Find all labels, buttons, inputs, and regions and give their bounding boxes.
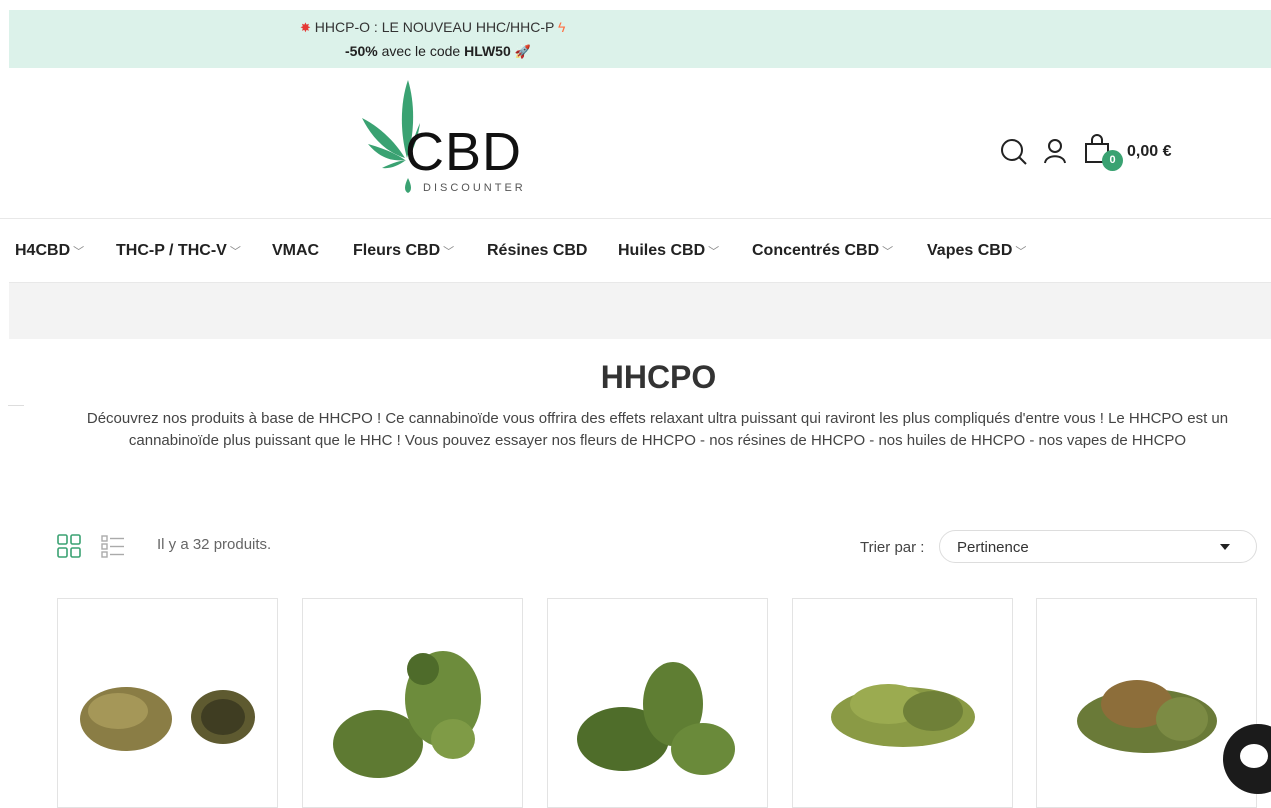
product-card[interactable] bbox=[1036, 598, 1257, 808]
sort-selected-value: Pertinence bbox=[957, 539, 1029, 556]
promo-headline: ✸ HHCP-O : LE NOUVEAU HHC/HHC-P ϟ bbox=[300, 19, 620, 36]
product-card[interactable] bbox=[57, 598, 278, 808]
header-divider bbox=[0, 218, 1271, 219]
product-image bbox=[80, 687, 255, 751]
product-count: Il y a 32 produits. bbox=[157, 536, 272, 553]
rocket-icon: 🚀 bbox=[514, 44, 531, 59]
sort-select[interactable]: Pertinence bbox=[939, 530, 1257, 563]
divider bbox=[8, 405, 24, 406]
nav-item-huiles-cbd[interactable]: Huiles CBD ﹀ bbox=[618, 242, 719, 260]
promo-discount-value: -50% bbox=[345, 43, 378, 59]
nav-item-resines-cbd[interactable]: Résines CBD bbox=[487, 242, 587, 260]
product-image bbox=[577, 662, 735, 775]
promo-code: HLW50 bbox=[464, 43, 511, 59]
nav-item-fleurs-cbd[interactable]: Fleurs CBD ﹀ bbox=[353, 242, 454, 260]
nav-item-concentres-cbd[interactable]: Concentrés CBD ﹀ bbox=[752, 242, 893, 260]
search-icon[interactable] bbox=[1000, 138, 1028, 166]
chevron-down-icon: ﹀ bbox=[443, 246, 455, 258]
product-card[interactable] bbox=[792, 598, 1013, 808]
account-icon[interactable] bbox=[1043, 138, 1067, 164]
product-image bbox=[831, 684, 975, 747]
page-title: HHCPO bbox=[600, 359, 717, 395]
star-icon: ✸ bbox=[300, 20, 311, 35]
promo-banner bbox=[9, 10, 1271, 68]
sort-label: Trier par : bbox=[860, 539, 925, 556]
chat-icon bbox=[1240, 744, 1268, 768]
product-image bbox=[333, 651, 481, 778]
promo-discount-text: avec le code bbox=[377, 43, 465, 59]
cart-total[interactable]: 0,00 € bbox=[1127, 143, 1171, 161]
chevron-down-icon: ﹀ bbox=[708, 246, 720, 258]
grid-view-icon[interactable] bbox=[57, 534, 81, 558]
promo-discount: -50% avec le code HLW50 🚀 bbox=[345, 43, 531, 60]
nav-item-vapes-cbd[interactable]: Vapes CBD ﹀ bbox=[927, 242, 1026, 260]
promo-headline-text: : LE NOUVEAU HHC/HHC-P bbox=[370, 19, 559, 35]
list-view-icon[interactable] bbox=[101, 534, 125, 558]
caret-down-icon bbox=[1220, 544, 1230, 550]
promo-product-link[interactable]: HHCP-O bbox=[315, 19, 370, 35]
chevron-down-icon: ﹀ bbox=[1015, 246, 1027, 258]
cart-count-badge[interactable]: 0 bbox=[1102, 150, 1123, 171]
chevron-down-icon: ﹀ bbox=[73, 246, 85, 258]
nav-item-vmac[interactable]: VMAC bbox=[272, 242, 319, 260]
product-card[interactable] bbox=[302, 598, 523, 808]
chevron-down-icon: ﹀ bbox=[882, 246, 894, 258]
logo-subtext: DISCOUNTER bbox=[423, 182, 526, 194]
category-description: Découvrez nos produits à base de HHCPO !… bbox=[86, 410, 1229, 449]
logo-text: CBD bbox=[405, 122, 523, 182]
bolt-icon: ϟ bbox=[558, 19, 566, 35]
breadcrumb-band bbox=[9, 282, 1271, 339]
chevron-down-icon: ﹀ bbox=[229, 246, 241, 258]
nav-item-h4cbd[interactable]: H4CBD ﹀ bbox=[15, 242, 84, 260]
nav-item-thcp-thcv[interactable]: THC-P / THC-V ﹀ bbox=[116, 242, 241, 260]
product-card[interactable] bbox=[547, 598, 768, 808]
